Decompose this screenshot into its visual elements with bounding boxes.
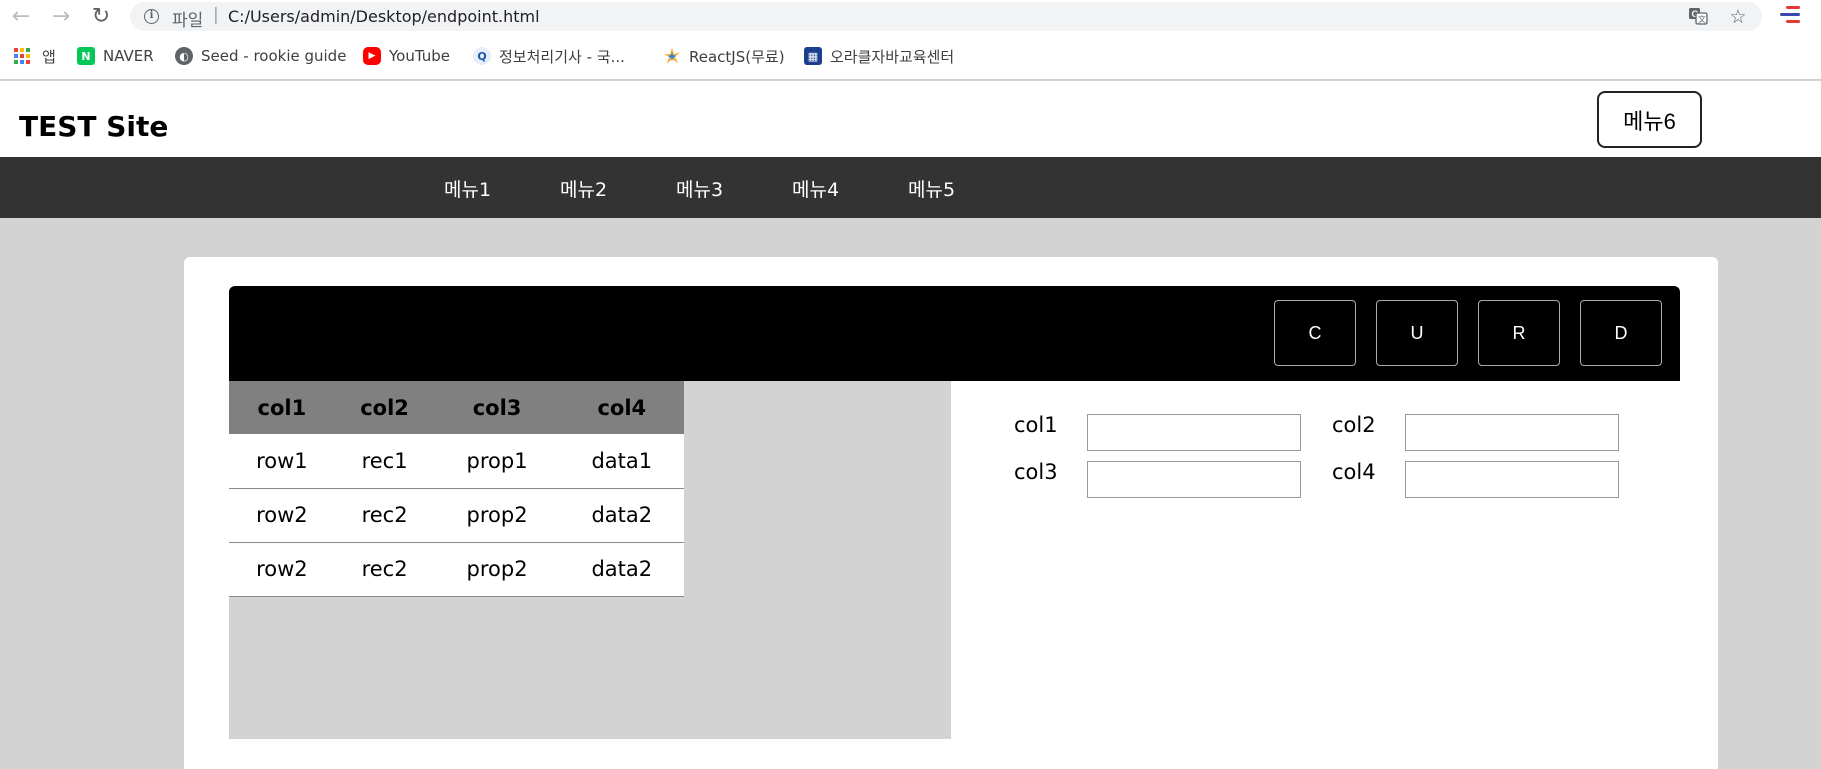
bookmark-apps[interactable]: 앱	[14, 45, 56, 67]
col2-input[interactable]	[1405, 414, 1619, 451]
bookmark-star-icon[interactable]: ☆	[1727, 6, 1749, 28]
bookmark-reactjs[interactable]: ReactJS(무료)	[663, 45, 785, 67]
nav-item-menu4[interactable]: 메뉴4	[792, 175, 839, 202]
table-cell: rec2	[334, 542, 435, 597]
address-bar[interactable]: i 파일 | C:/Users/admin/Desktop/endpoint.h…	[130, 2, 1762, 31]
chrome-menu-icon[interactable]	[1780, 6, 1802, 28]
col1-input[interactable]	[1087, 414, 1301, 451]
site-title: TEST Site	[19, 110, 169, 143]
bookmark-label: ReactJS(무료)	[689, 47, 785, 66]
bookmark-label: 오라클자바교육센터	[830, 47, 955, 66]
bookmark-youtube[interactable]: ▶ YouTube	[363, 45, 450, 67]
bookmark-naver[interactable]: N NAVER	[77, 45, 154, 67]
table-cell: data2	[559, 488, 684, 543]
column-header: col4	[559, 381, 684, 434]
table-cell: row1	[229, 434, 335, 489]
col2-label: col2	[1332, 413, 1376, 437]
table-cell: prop2	[434, 488, 560, 543]
translate-icon[interactable]: G文	[1687, 6, 1709, 28]
column-header: col2	[334, 381, 435, 434]
url-text[interactable]: C:/Users/admin/Desktop/endpoint.html	[228, 7, 540, 26]
menu6-button[interactable]: 메뉴6	[1597, 91, 1702, 148]
col3-input[interactable]	[1087, 461, 1301, 498]
table-row[interactable]: row2 rec2 prop2 data2	[229, 488, 684, 543]
reload-icon[interactable]: ↻	[88, 4, 114, 30]
nav-item-menu2[interactable]: 메뉴2	[560, 175, 607, 202]
bookmark-seed[interactable]: ◐ Seed - rookie guide	[175, 45, 346, 67]
naver-icon: N	[77, 47, 95, 65]
globe-icon: ◐	[175, 47, 193, 65]
bookmark-label: Seed - rookie guide	[201, 47, 347, 65]
nav-item-menu1[interactable]: 메뉴1	[444, 175, 491, 202]
data-table: col1 col2 col3 col4 row1 rec1 prop1 data…	[229, 381, 684, 597]
bookmark-label: NAVER	[103, 47, 154, 65]
col1-label: col1	[1014, 413, 1058, 437]
col4-input[interactable]	[1405, 461, 1619, 498]
nav-item-menu5[interactable]: 메뉴5	[908, 175, 955, 202]
form-pane: col1 col2 col3 col4	[951, 381, 1680, 739]
site-header: TEST Site 메뉴6	[0, 81, 1821, 157]
table-cell: data2	[559, 542, 684, 597]
col4-label: col4	[1332, 460, 1376, 484]
bookmark-oracle-java[interactable]: ▦ 오라클자바교육센터	[804, 45, 954, 67]
bookmark-label: 정보처리기사 - 국...	[499, 47, 625, 66]
bookmark-qnet[interactable]: Q 정보처리기사 - 국...	[473, 45, 625, 67]
delete-button[interactable]: D	[1580, 300, 1662, 366]
table-cell: row2	[229, 488, 335, 543]
oracle-java-icon: ▦	[804, 47, 822, 65]
table-cell: rec1	[334, 434, 435, 489]
table-cell: data1	[559, 434, 684, 489]
table-pane: col1 col2 col3 col4 row1 rec1 prop1 data…	[229, 381, 951, 739]
table-cell: rec2	[334, 488, 435, 543]
create-button[interactable]: C	[1274, 300, 1356, 366]
read-button[interactable]: R	[1478, 300, 1560, 366]
bookmark-label: 앱	[42, 47, 56, 66]
column-header: col3	[434, 381, 560, 434]
table-header-row: col1 col2 col3 col4	[229, 381, 684, 434]
bookmarks-bar: 앱 N NAVER ◐ Seed - rookie guide ▶ YouTub…	[0, 33, 1821, 80]
nav-item-menu3[interactable]: 메뉴3	[676, 175, 723, 202]
table-cell: prop2	[434, 542, 560, 597]
svg-text:文: 文	[1698, 14, 1706, 24]
col3-label: col3	[1014, 460, 1058, 484]
url-separator: |	[213, 5, 219, 25]
crud-toolbar: C U R D	[229, 286, 1680, 381]
bookmark-label: YouTube	[389, 47, 450, 65]
table-cell: prop1	[434, 434, 560, 489]
url-scheme: 파일	[172, 11, 204, 31]
table-cell: row2	[229, 542, 335, 597]
main-nav: 메뉴1 메뉴2 메뉴3 메뉴4 메뉴5	[0, 157, 1821, 218]
star-burst-icon	[663, 47, 681, 65]
apps-grid-icon	[14, 48, 30, 64]
forward-arrow-icon[interactable]: →	[48, 4, 74, 30]
column-header: col1	[229, 381, 335, 434]
youtube-icon: ▶	[363, 47, 381, 65]
browser-toolbar: ← → ↻ i 파일 | C:/Users/admin/Desktop/endp…	[0, 0, 1821, 33]
back-arrow-icon[interactable]: ←	[8, 4, 34, 30]
table-row[interactable]: row1 rec1 prop1 data1	[229, 434, 684, 489]
table-row[interactable]: row2 rec2 prop2 data2	[229, 542, 684, 597]
update-button[interactable]: U	[1376, 300, 1458, 366]
q-site-icon: Q	[473, 47, 491, 65]
info-icon[interactable]: i	[144, 9, 159, 24]
